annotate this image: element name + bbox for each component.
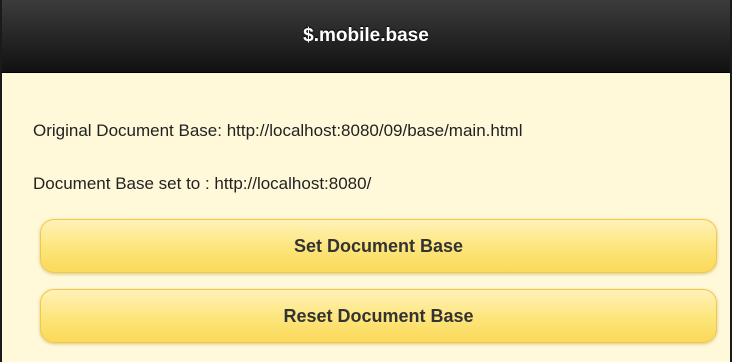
app-frame: $.mobile.base Original Document Base: ht… (0, 0, 732, 362)
set-document-base-label: Set Document Base (293, 235, 464, 256)
set-document-base-button[interactable]: Set Document Base (40, 219, 717, 273)
reset-document-base-label: Reset Document Base (283, 305, 474, 326)
reset-document-base-button[interactable]: Reset Document Base (40, 289, 717, 343)
page-title: $.mobile.base (303, 25, 429, 46)
document-base-set-text: Document Base set to : http://localhost:… (33, 174, 372, 193)
page-header: $.mobile.base (2, 0, 730, 73)
original-document-base-text: Original Document Base: http://localhost… (33, 121, 523, 140)
page-content: Original Document Base: http://localhost… (2, 73, 730, 362)
